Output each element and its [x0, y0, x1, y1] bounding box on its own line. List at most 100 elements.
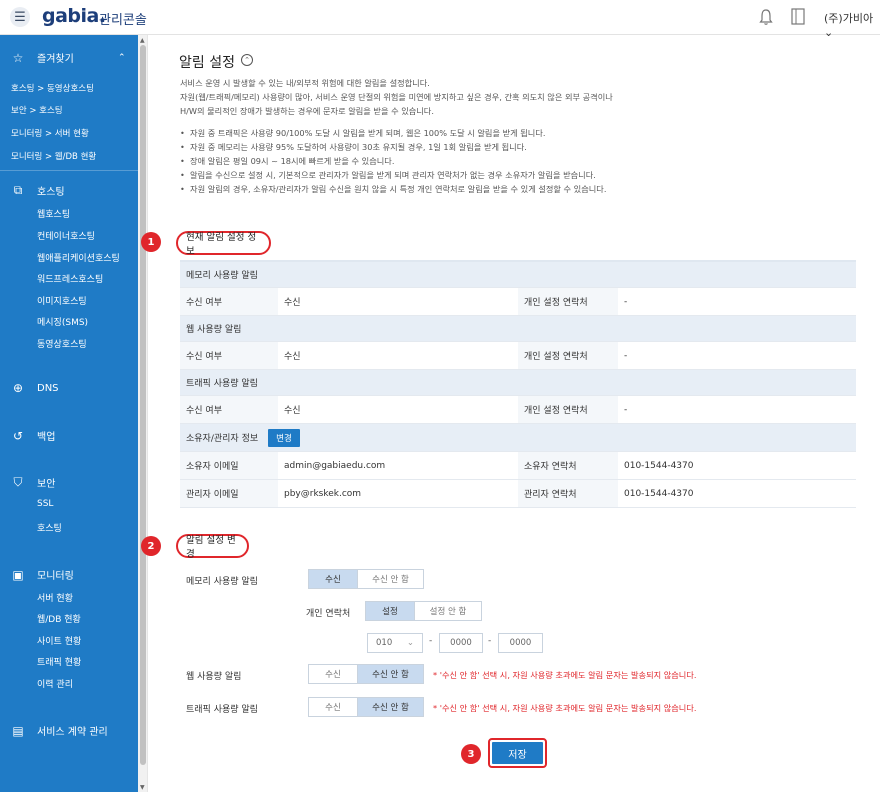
change-settings-heading: 알림 설정 변경 [176, 534, 249, 560]
cell-label: 관리자 연락처 [518, 480, 618, 507]
table-row: 수신 여부 수신 개인 설정 연락처 - [180, 288, 856, 316]
change-owner-button[interactable]: 변경 [268, 428, 300, 447]
sidebar-item[interactable]: 웹/DB 현황 [37, 612, 81, 625]
memory-alert-toggle: 수신 수신 안 함 [308, 569, 424, 589]
cell-value: admin@gabiaedu.com [284, 452, 514, 479]
scrollbar-thumb[interactable] [140, 45, 146, 765]
cell-label: 개인 설정 연락처 [518, 342, 618, 369]
hosting-icon: ⧉ [13, 183, 23, 197]
console-title[interactable]: 관리콘솔 [99, 9, 147, 28]
main-content: 알림 설정 ⌃ 서비스 운영 시 발생할 수 있는 내/외부적 위험에 대한 알… [141, 35, 880, 792]
top-bar: ☰ gabia. 관리콘솔 (주)가비아 ⌄ [0, 0, 880, 39]
favorite-link[interactable]: 호스팅 > 동영상호스팅 [11, 82, 94, 94]
cell-label: 소유자 이메일 [180, 452, 278, 479]
collapse-icon[interactable]: ⌃ [241, 54, 253, 66]
dash: - [429, 636, 433, 646]
sidebar-item[interactable]: 호스팅 [37, 521, 62, 534]
sidebar-item[interactable]: 이력 관리 [37, 677, 73, 690]
sidebar-item[interactable]: 웹애플리케이션호스팅 [37, 251, 120, 264]
step-badge: 1 [141, 232, 161, 252]
description-line: 서비스 운영 시 발생할 수 있는 내/외부적 위험에 대한 알림을 설정합니다… [180, 78, 430, 88]
sidebar-item[interactable]: 워드프레스호스팅 [37, 272, 103, 285]
save-button[interactable]: 저장 [492, 742, 543, 764]
gabia-logo[interactable]: gabia. [42, 5, 106, 27]
shield-icon: ⛉ [13, 475, 23, 489]
table-row: 수신 여부 수신 개인 설정 연락처 - [180, 342, 856, 370]
cell-value: 010-1544-4370 [624, 480, 824, 507]
table-row: 메모리 사용량 알림 [180, 262, 856, 288]
phone-last-input[interactable]: 0000 [498, 633, 543, 653]
description-line: H/W의 물리적인 장애가 발생하는 경우에 문자로 알림을 받을 수 있습니다… [180, 106, 434, 116]
row-heading: 웹 사용량 알림 [186, 325, 242, 335]
scroll-down-icon[interactable]: ▼ [140, 784, 145, 791]
cell-label: 수신 여부 [180, 288, 278, 315]
sidebar-item[interactable]: 서버 현황 [37, 591, 73, 604]
personal-contact-label: 개인 연락처 [306, 609, 351, 619]
sidebar-item[interactable]: 웹호스팅 [37, 207, 70, 220]
sidebar-item[interactable]: 사이트 현황 [37, 634, 81, 647]
step-badge: 2 [141, 536, 161, 556]
notice-item: • 자원 알림의 경우, 소유자/관리자가 알림 수신을 원치 않을 시 특정 … [180, 184, 607, 194]
notice-item: • 장애 알림은 평일 09시 ~ 18시에 빠르게 받을 수 있습니다. [180, 156, 395, 166]
traffic-no-recv-option[interactable]: 수신 안 함 [357, 698, 423, 716]
personal-set-option[interactable]: 설정 [366, 602, 414, 620]
cell-label: 소유자 연락처 [518, 452, 618, 479]
sidebar-item[interactable]: 동영상호스팅 [37, 337, 87, 350]
cell-label: 개인 설정 연락처 [518, 288, 618, 315]
traffic-warning-text: * '수신 안 함' 선택 시, 자원 사용량 초과에도 알림 문자는 발송되지… [433, 703, 697, 713]
cell-value: 수신 [284, 342, 514, 369]
cell-value: pby@rkskek.com [284, 480, 514, 507]
save-button-highlight: 저장 [488, 738, 547, 768]
table-row: 관리자 이메일 pby@rkskek.com 관리자 연락처 010-1544-… [180, 480, 856, 508]
sidebar-item[interactable]: 컨테이너호스팅 [37, 229, 95, 242]
favorite-link[interactable]: 모니터링 > 웹/DB 현황 [11, 150, 96, 162]
notice-item: • 알림을 수신으로 설정 시, 기본적으로 관리자가 알림을 받게 되며 관리… [180, 170, 596, 180]
memory-no-recv-option[interactable]: 수신 안 함 [357, 570, 423, 588]
sidebar-monitoring[interactable]: ▣ 모니터링 [0, 567, 138, 583]
memory-recv-option[interactable]: 수신 [309, 570, 357, 588]
traffic-alert-label: 트래픽 사용량 알림 [186, 705, 258, 715]
traffic-recv-option[interactable]: 수신 [309, 698, 357, 716]
table-row: 웹 사용량 알림 [180, 316, 856, 342]
chevron-down-icon: ⌄ [406, 638, 414, 648]
traffic-alert-toggle: 수신 수신 안 함 [308, 697, 424, 717]
web-no-recv-option[interactable]: 수신 안 함 [357, 665, 423, 683]
document-icon[interactable] [791, 8, 805, 25]
cell-label: 수신 여부 [180, 342, 278, 369]
personal-no-set-option[interactable]: 설정 안 함 [414, 602, 481, 620]
memory-alert-label: 메모리 사용량 알림 [186, 577, 258, 587]
web-alert-label: 웹 사용량 알림 [186, 672, 242, 682]
sidebar-hosting[interactable]: ⧉ 호스팅 [0, 183, 138, 198]
row-heading: 소유자/관리자 정보 변경 [186, 424, 300, 451]
sidebar-dns[interactable]: ⊕ DNS [0, 381, 138, 395]
sidebar-item[interactable]: 트래픽 현황 [37, 655, 81, 668]
sidebar-security[interactable]: ⛉ 보안 [0, 475, 138, 490]
row-heading: 메모리 사용량 알림 [186, 271, 258, 281]
favorite-link[interactable]: 보안 > 호스팅 [11, 104, 63, 116]
sidebar-favorites[interactable]: ☆ 즐겨찾기 ⌃ [0, 50, 138, 66]
contract-icon: ▤ [12, 723, 24, 738]
divider [0, 170, 138, 171]
table-row: 트래픽 사용량 알림 [180, 370, 856, 396]
hamburger-menu-button[interactable]: ☰ [10, 7, 30, 27]
sidebar-contract[interactable]: ▤ 서비스 계약 관리 [0, 723, 138, 739]
phone-prefix-select[interactable]: 010 ⌄ [367, 633, 423, 653]
scroll-up-icon[interactable]: ▲ [140, 37, 145, 44]
web-recv-option[interactable]: 수신 [309, 665, 357, 683]
row-heading: 트래픽 사용량 알림 [186, 379, 258, 389]
phone-middle-input[interactable]: 0000 [439, 633, 483, 653]
cell-value: 수신 [284, 288, 514, 315]
sidebar-item[interactable]: SSL [37, 499, 53, 509]
cell-value: - [624, 342, 824, 369]
sidebar-item[interactable]: 메시징(SMS) [37, 315, 88, 328]
monitor-icon: ▣ [12, 567, 24, 582]
sidebar-item[interactable]: 이미지호스팅 [37, 294, 87, 307]
favorite-link[interactable]: 모니터링 > 서버 현황 [11, 127, 89, 139]
cell-value: 수신 [284, 396, 514, 423]
table-row: 수신 여부 수신 개인 설정 연락처 - [180, 396, 856, 424]
bell-icon[interactable] [758, 8, 774, 26]
star-icon: ☆ [12, 50, 24, 65]
table-row: 소유자/관리자 정보 변경 [180, 424, 856, 452]
cell-label: 개인 설정 연락처 [518, 396, 618, 423]
sidebar-backup[interactable]: ↺ 백업 [0, 428, 138, 444]
